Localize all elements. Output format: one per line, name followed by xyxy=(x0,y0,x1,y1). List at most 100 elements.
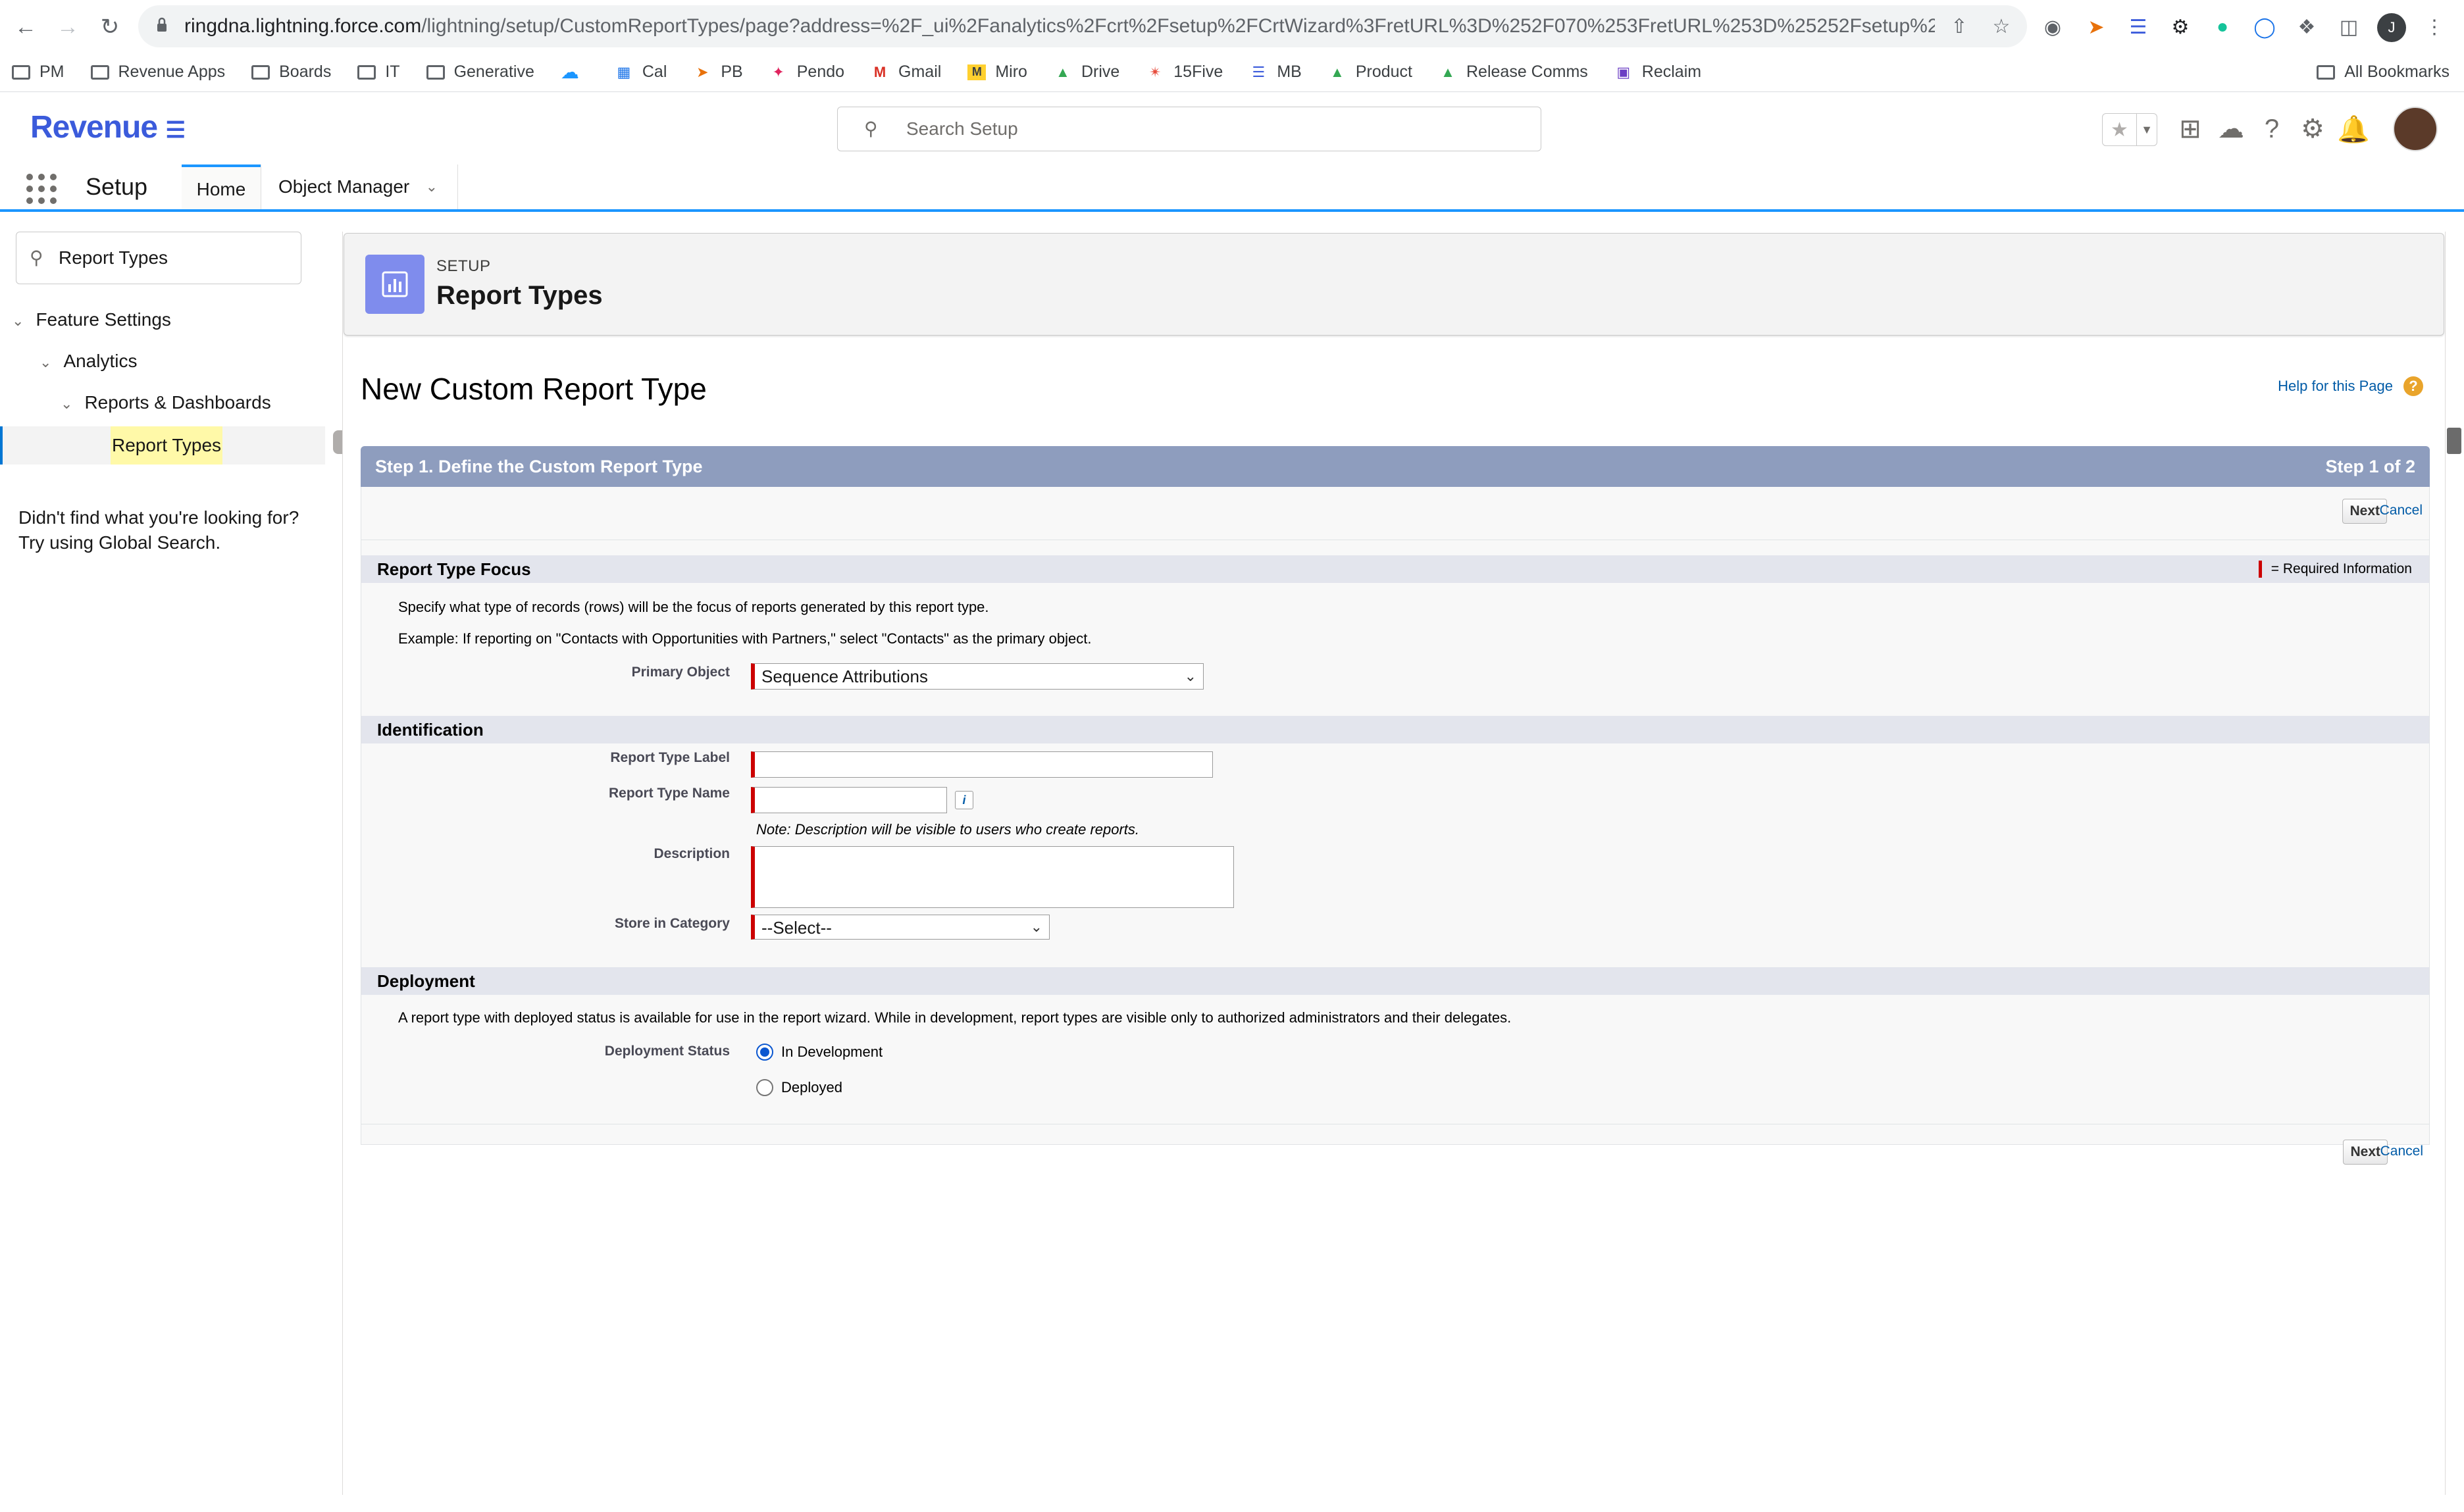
bookmark-boards[interactable]: Boards xyxy=(251,63,331,82)
revenue-logo[interactable]: Revenue ☰ xyxy=(30,109,186,145)
tree-item-report-types[interactable]: Report Types xyxy=(0,426,325,465)
tab-home[interactable]: Home xyxy=(182,164,261,209)
category-value: --Select-- xyxy=(761,918,832,938)
pb-extension-icon[interactable]: ➤ xyxy=(2078,9,2114,45)
bookmark-cal[interactable]: ▦ Cal xyxy=(615,63,667,82)
address-bar[interactable]: ringdna.lightning.force.com/lightning/se… xyxy=(138,5,2027,47)
all-bookmarks[interactable]: All Bookmarks xyxy=(2317,63,2450,82)
store-in-category-select[interactable]: --Select-- ⌄ xyxy=(751,915,1050,940)
revenue-extension-icon[interactable]: ☰ xyxy=(2120,9,2156,45)
tab-object-manager-label: Object Manager xyxy=(278,176,410,197)
bookmark-release-comms[interactable]: ▲ Release Comms xyxy=(1439,63,1588,82)
global-search-hint: Didn't find what you're looking for? Try… xyxy=(18,505,299,555)
bookmark-salesforce[interactable]: ☁ xyxy=(561,62,588,82)
report-chart-icon xyxy=(365,255,424,314)
bookmark-pendo[interactable]: ✦ Pendo xyxy=(769,63,845,82)
camera-extension-icon[interactable]: ◉ xyxy=(2035,9,2070,45)
bookmark-mb[interactable]: ☰ MB xyxy=(1249,63,1301,82)
section-deployment: Deployment xyxy=(361,967,2429,995)
bookmark-revenue-apps[interactable]: Revenue Apps xyxy=(90,63,225,82)
grammarly-extension-icon[interactable]: ● xyxy=(2205,9,2240,45)
report-type-label-input[interactable] xyxy=(751,751,1213,778)
radio-label: In Development xyxy=(781,1044,883,1060)
help-for-page-link[interactable]: Help for this Page? xyxy=(2278,376,2423,396)
section-title: Deployment xyxy=(377,971,475,991)
scrollbar-thumb[interactable] xyxy=(2447,428,2461,454)
app-name: Setup xyxy=(86,173,148,200)
radio-in-development[interactable] xyxy=(756,1044,773,1061)
search-setup-input[interactable]: ⚲ Search Setup xyxy=(837,107,1541,151)
share-icon[interactable]: ⇧ xyxy=(1941,9,1977,44)
chevron-down-icon[interactable]: ⌄ xyxy=(61,395,72,413)
bookmark-product[interactable]: ▲ Product xyxy=(1328,63,1412,82)
primary-object-select[interactable]: Sequence Attributions ⌄ xyxy=(751,663,1204,690)
description-note: Note: Description will be visible to use… xyxy=(756,821,1140,838)
bookmark-15five[interactable]: ✴ 15Five xyxy=(1146,63,1223,82)
report-type-name-input[interactable] xyxy=(751,787,947,813)
global-add-icon[interactable]: ⊞ xyxy=(2172,111,2209,147)
folder-icon xyxy=(12,64,30,80)
chevron-down-icon: ⌄ xyxy=(1184,668,1196,684)
chevron-down-icon[interactable]: ⌄ xyxy=(39,354,51,371)
chevron-down-icon[interactable]: ⌄ xyxy=(12,313,24,330)
bookmark-pm[interactable]: PM xyxy=(12,63,64,82)
cancel-link-bottom[interactable]: Cancel xyxy=(2380,1144,2423,1159)
deployment-option-deployed[interactable]: Deployed xyxy=(756,1079,842,1096)
wizard-form: Next Cancel Report Type Focus = Required… xyxy=(361,487,2430,1145)
reload-icon[interactable]: ↻ xyxy=(92,9,128,45)
help-icon[interactable]: ? xyxy=(2253,111,2290,147)
step-title: Step 1. Define the Custom Report Type xyxy=(375,457,703,476)
section-title: Report Type Focus xyxy=(377,559,531,579)
chevron-down-icon[interactable]: ▼ xyxy=(2136,114,2157,145)
wizard-content: New Custom Report Type Help for this Pag… xyxy=(361,354,2430,1196)
info-icon[interactable]: i xyxy=(955,791,973,809)
description-textarea[interactable] xyxy=(751,846,1234,908)
kebab-menu-icon[interactable]: ⋮ xyxy=(2417,9,2452,45)
trailhead-icon[interactable]: ☁ xyxy=(2213,111,2249,147)
folder-icon xyxy=(2317,64,2336,80)
folder-icon xyxy=(90,64,109,80)
logo-mark-icon: ☰ xyxy=(165,118,186,143)
puzzle-extensions-icon[interactable]: ❖ xyxy=(2289,9,2324,45)
step-bar: Step 1. Define the Custom Report Type St… xyxy=(361,446,2430,487)
description-label: Description xyxy=(654,846,730,861)
required-legend: = Required Information xyxy=(2258,555,2412,583)
global-header: Revenue ☰ ⚲ Search Setup ★ ▼ ⊞ ☁ ? ⚙ 🔔 xyxy=(0,92,2464,164)
bookmark-reclaim[interactable]: ▣ Reclaim xyxy=(1614,63,1701,82)
star-favorite-icon[interactable]: ★ xyxy=(2103,114,2136,145)
side-panel-icon[interactable]: ◫ xyxy=(2331,9,2367,45)
mb-icon: ☰ xyxy=(1252,63,1266,80)
extension-icon[interactable]: ◯ xyxy=(2247,9,2282,45)
notification-bell-icon[interactable]: 🔔 xyxy=(2335,111,2372,147)
profile-avatar[interactable]: J xyxy=(2377,13,2406,42)
bookmark-pb[interactable]: ➤ PB xyxy=(693,63,743,82)
bookmark-it[interactable]: IT xyxy=(357,63,400,82)
fifteen-five-icon: ✴ xyxy=(1149,63,1162,80)
tree-item-analytics[interactable]: ⌄ Analytics xyxy=(39,351,137,372)
primary-object-value: Sequence Attributions xyxy=(761,667,928,686)
deployment-option-in-development[interactable]: In Development xyxy=(756,1044,883,1061)
tree-item-reports-dashboards[interactable]: ⌄ Reports & Dashboards xyxy=(61,392,271,413)
forward-arrow-icon[interactable]: → xyxy=(50,9,86,45)
cancel-link-top[interactable]: Cancel xyxy=(2380,503,2423,518)
bookmark-generative[interactable]: Generative xyxy=(426,63,534,82)
page-eyebrow: SETUP xyxy=(436,257,491,275)
gear-extension-icon[interactable]: ⚙ xyxy=(2163,9,2198,45)
star-bookmark-icon[interactable]: ☆ xyxy=(1984,9,2019,44)
bookmark-drive[interactable]: ▲ Drive xyxy=(1054,63,1119,82)
bookmark-gmail[interactable]: M Gmail xyxy=(871,63,941,82)
bookmark-miro[interactable]: M Miro xyxy=(967,63,1027,82)
folder-icon xyxy=(357,64,376,80)
favorites-control[interactable]: ★ ▼ xyxy=(2102,113,2157,146)
tree-item-feature-settings[interactable]: ⌄ Feature Settings xyxy=(12,309,171,330)
drive-icon: ▲ xyxy=(1056,63,1070,80)
radio-deployed[interactable] xyxy=(756,1079,773,1096)
app-launcher-icon[interactable] xyxy=(26,174,57,204)
tab-object-manager[interactable]: Object Manager ⌄ xyxy=(261,164,458,209)
back-arrow-icon[interactable]: ← xyxy=(8,9,43,45)
chevron-down-icon[interactable]: ⌄ xyxy=(426,164,438,209)
focus-example: Example: If reporting on "Contacts with … xyxy=(398,630,1092,647)
quick-find-input[interactable]: ⚲ Report Types xyxy=(16,232,301,284)
user-avatar[interactable] xyxy=(2393,107,2438,151)
setup-gear-icon[interactable]: ⚙ xyxy=(2294,111,2331,147)
